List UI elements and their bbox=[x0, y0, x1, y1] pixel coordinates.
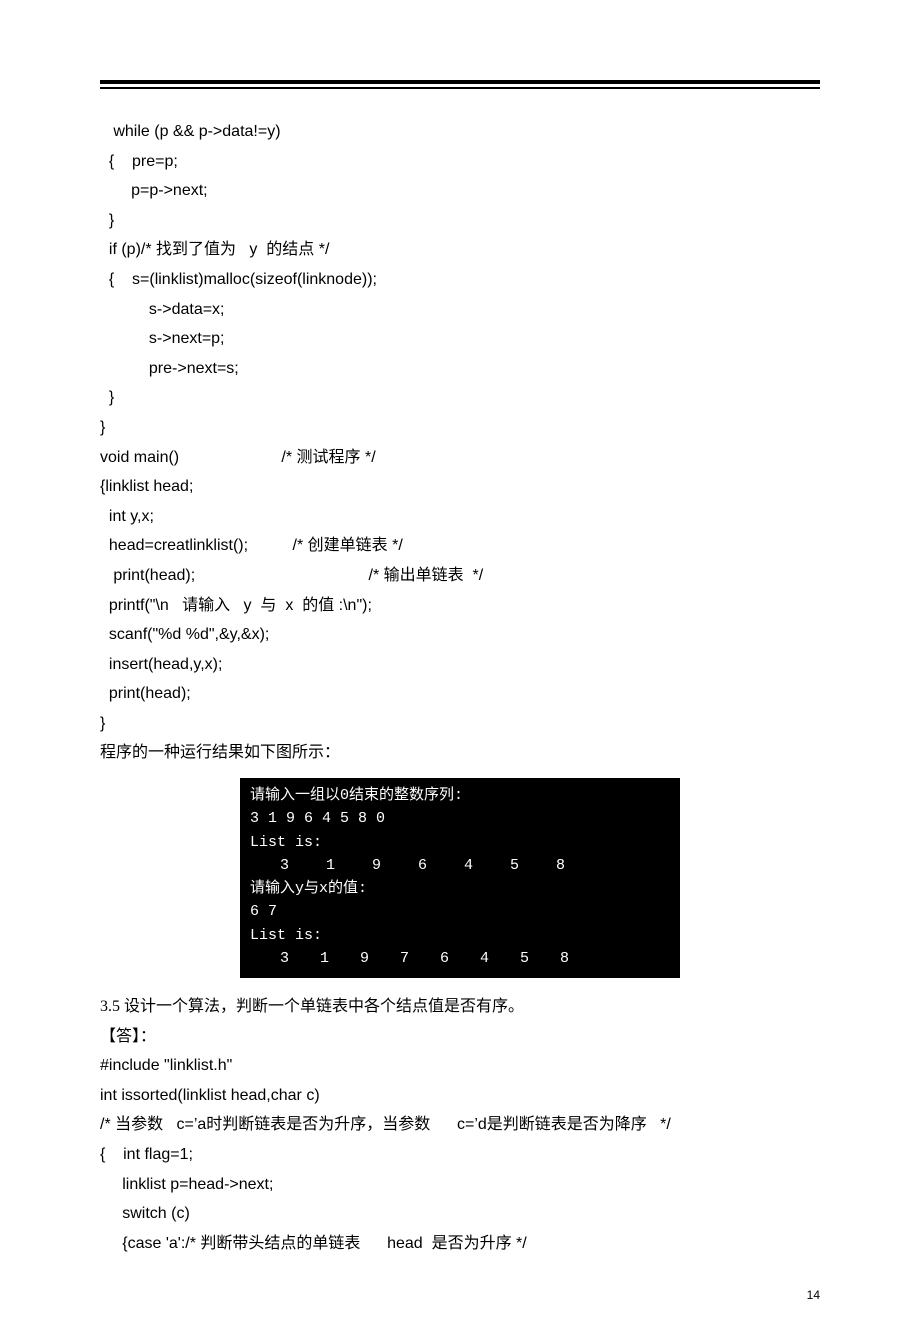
code-frag: x bbox=[276, 597, 302, 614]
code-frag: /* bbox=[100, 1116, 115, 1133]
code-comment-cn: 判断带头结点的单链表 bbox=[200, 1235, 360, 1252]
code-frag: head bbox=[360, 1235, 431, 1252]
console-line: 3 1 9 6 4 5 8 bbox=[250, 854, 670, 877]
code-comment-cn: 输出单链表 bbox=[384, 567, 464, 584]
code-line: } bbox=[100, 419, 105, 436]
code-frag: y bbox=[230, 597, 260, 614]
code-line: scanf("%d %d",&y,&x); bbox=[100, 626, 269, 643]
code-line: #include "linklist.h" bbox=[100, 1057, 232, 1074]
code-line: switch (c) bbox=[100, 1205, 190, 1222]
code-comment-cn: 判断链表是否为降序 bbox=[503, 1116, 647, 1133]
code-frag: c=’d是 bbox=[430, 1116, 502, 1133]
code-comment-cn: 判断链表是否为升序，当参数 bbox=[222, 1116, 430, 1133]
code-frag: */ bbox=[512, 1235, 527, 1252]
code-line: p=p->next; bbox=[100, 182, 208, 199]
console-output: 请输入一组以0结束的整数序列: 3 1 9 6 4 5 8 0 List is:… bbox=[240, 778, 680, 978]
run-result-caption: 程序的一种运行结果如下图所示： bbox=[100, 738, 820, 768]
code-frag: {case 'a':/* bbox=[100, 1235, 200, 1252]
code-comment-cn: 的结点 bbox=[266, 241, 314, 258]
code-comment-cn: 创建单链表 bbox=[308, 537, 388, 554]
code-frag: */ bbox=[388, 537, 403, 554]
code-frag: print(head); /* bbox=[100, 567, 384, 584]
code-line: { s=(linklist)malloc(sizeof(linknode)); bbox=[100, 271, 377, 288]
code-line: { pre=p; bbox=[100, 153, 178, 170]
code-frag: */ bbox=[361, 449, 376, 466]
code-frag: y bbox=[236, 241, 266, 258]
code-line: print(head); /* 输出单链表 */ bbox=[100, 567, 483, 584]
code-comment-cn: 请输入 bbox=[182, 597, 230, 614]
code-comment-cn: 是否为升序 bbox=[432, 1235, 512, 1252]
code-block-2: #include "linklist.h" int issorted(linkl… bbox=[100, 1051, 820, 1258]
code-line: printf("\n 请输入 y 与 x 的值 :\n"); bbox=[100, 597, 372, 614]
code-comment-cn: 与 bbox=[260, 597, 276, 614]
code-line: s->data=x; bbox=[100, 301, 225, 318]
code-frag: :\n"); bbox=[334, 597, 372, 614]
code-frag: */ bbox=[314, 241, 329, 258]
code-line: int issorted(linklist head,char c) bbox=[100, 1087, 320, 1104]
code-comment-cn: 的值 bbox=[302, 597, 334, 614]
console-line: 6 7 bbox=[250, 900, 670, 923]
code-frag: */ bbox=[647, 1116, 671, 1133]
code-line: linklist p=head->next; bbox=[100, 1176, 273, 1193]
code-frag: c=’a时 bbox=[163, 1116, 222, 1133]
code-line: } bbox=[100, 389, 114, 406]
code-line: void main() /* 测试程序 */ bbox=[100, 449, 376, 466]
section-3-5-title: 3.5 设计一个算法，判断一个单链表中各个结点值是否有序。 bbox=[100, 992, 820, 1022]
header-rule bbox=[100, 80, 820, 89]
code-comment-cn: 当参数 bbox=[115, 1116, 163, 1133]
code-frag: head=creatlinklist(); /* bbox=[100, 537, 308, 554]
page-number: 14 bbox=[100, 1288, 820, 1302]
code-line: head=creatlinklist(); /* 创建单链表 */ bbox=[100, 537, 403, 554]
code-line: s->next=p; bbox=[100, 330, 225, 347]
code-frag: if (p)/* bbox=[100, 241, 156, 258]
code-line: {case 'a':/* 判断带头结点的单链表 head 是否为升序 */ bbox=[100, 1235, 527, 1252]
answer-label: 【答】： bbox=[100, 1022, 820, 1052]
console-line: List is: bbox=[250, 924, 670, 947]
console-line: List is: bbox=[250, 831, 670, 854]
code-line: insert(head,y,x); bbox=[100, 656, 222, 673]
code-line: } bbox=[100, 212, 114, 229]
code-line: } bbox=[100, 715, 105, 732]
code-frag: printf("\n bbox=[100, 597, 182, 614]
code-line: int y,x; bbox=[100, 508, 154, 525]
code-line: /* 当参数 c=’a时判断链表是否为升序，当参数 c=’d是判断链表是否为降序… bbox=[100, 1116, 671, 1133]
code-line: print(head); bbox=[100, 685, 191, 702]
console-line: 3 1 9 7 6 4 5 8 bbox=[250, 947, 670, 970]
code-line: pre->next=s; bbox=[100, 360, 239, 377]
code-frag: void main() /* bbox=[100, 449, 297, 466]
code-line: if (p)/* 找到了值为 y 的结点 */ bbox=[100, 241, 329, 258]
code-line: {linklist head; bbox=[100, 478, 193, 495]
code-comment-cn: 测试程序 bbox=[297, 449, 361, 466]
code-line: while (p && p->data!=y) bbox=[100, 123, 281, 140]
code-comment-cn: 找到了值为 bbox=[156, 241, 236, 258]
console-line: 3 1 9 6 4 5 8 0 bbox=[250, 807, 670, 830]
code-block-1: while (p && p->data!=y) { pre=p; p=p->ne… bbox=[100, 117, 820, 738]
code-frag: */ bbox=[464, 567, 484, 584]
code-line: { int flag=1; bbox=[100, 1146, 193, 1163]
console-line: 请输入y与x的值: bbox=[250, 877, 670, 900]
console-line: 请输入一组以0结束的整数序列: bbox=[250, 784, 670, 807]
